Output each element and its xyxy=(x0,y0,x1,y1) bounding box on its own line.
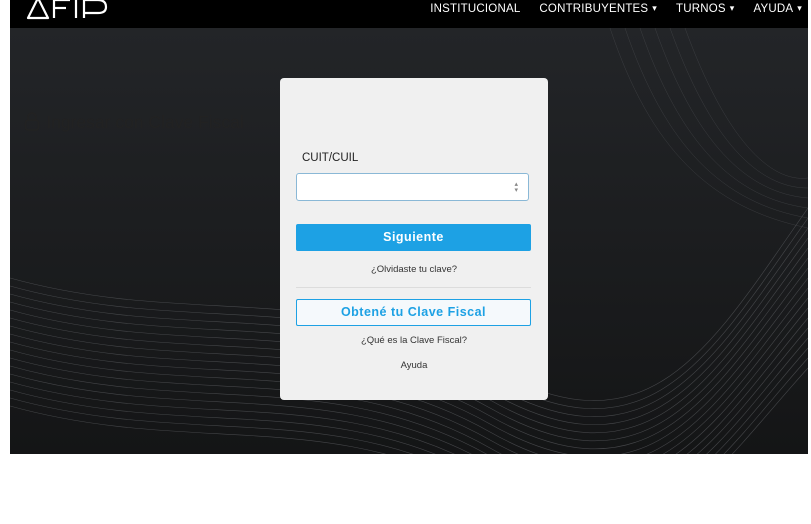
nav-ayuda[interactable]: AYUDA ▾ xyxy=(754,3,803,15)
nav-ayuda-label: AYUDA xyxy=(753,3,794,15)
chevron-down-icon: ▾ xyxy=(797,3,802,13)
chevron-down-icon: ▾ xyxy=(729,3,735,13)
number-spinner-icon[interactable]: ▴ ▾ xyxy=(514,181,518,194)
nav-institucional[interactable]: INSTITUCIONAL xyxy=(430,3,520,15)
main-nav: INSTITUCIONAL CONTRIBUYENTES ▾ TURNOS ▾ AY… xyxy=(430,0,808,18)
lock-icon xyxy=(24,112,40,131)
help-link[interactable]: Ayuda xyxy=(280,360,548,371)
cuit-label: CUIT/CUIL xyxy=(302,152,359,164)
login-title-text: Ingresar con Clave Fiscal xyxy=(46,112,244,132)
get-fiscal-key-button[interactable]: Obtené tu Clave Fiscal xyxy=(296,299,531,326)
chevron-down-icon: ▾ xyxy=(652,3,658,13)
cuit-input[interactable]: ▴ ▾ xyxy=(296,173,529,201)
card-divider xyxy=(296,287,531,288)
afip-logo[interactable] xyxy=(24,0,124,20)
nav-contribuyentes[interactable]: CONTRIBUYENTES ▾ xyxy=(539,3,657,15)
nav-turnos[interactable]: TURNOS ▾ xyxy=(676,3,734,15)
next-button[interactable]: Siguiente xyxy=(296,224,531,251)
nav-contribuyentes-label: CONTRIBUYENTES xyxy=(539,3,649,15)
login-title: Ingresar con Clave Fiscal xyxy=(0,111,268,133)
top-navbar: INSTITUCIONAL CONTRIBUYENTES ▾ TURNOS ▾ AY… xyxy=(10,0,808,28)
nav-institucional-label: INSTITUCIONAL xyxy=(430,3,521,15)
what-is-fiscal-key-link[interactable]: ¿Qué es la Clave Fiscal? xyxy=(280,335,548,346)
forgot-password-link[interactable]: ¿Olvidaste tu clave? xyxy=(280,264,548,275)
nav-turnos-label: TURNOS xyxy=(676,3,726,15)
